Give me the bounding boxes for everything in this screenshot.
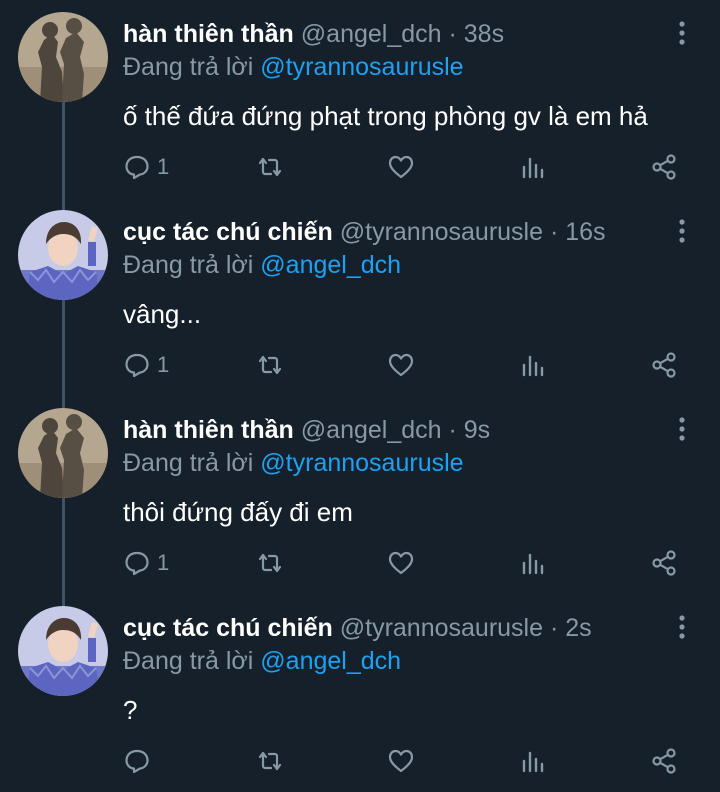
reply-count: 1 bbox=[157, 550, 170, 575]
display-name[interactable]: hàn thiên thần bbox=[123, 20, 294, 48]
tweet-text: ? bbox=[123, 695, 138, 725]
tweet[interactable]: cục tác chú chiến @tyrannosaurusle · 16s… bbox=[0, 198, 720, 396]
mention-link[interactable]: @tyrannosaurusle bbox=[260, 449, 463, 477]
timestamp: · 38s bbox=[448, 20, 505, 48]
analytics-icon bbox=[522, 751, 544, 773]
tweet-header: cục tác chú chiến @tyrannosaurusle · 2s bbox=[123, 610, 592, 646]
avatar-shadow-image bbox=[18, 408, 108, 498]
like-icon bbox=[388, 749, 414, 773]
reply-count: 1 bbox=[157, 352, 170, 377]
reply-to: Đang trả lời @tyrannosaurusle bbox=[123, 446, 464, 480]
like-button[interactable] bbox=[387, 147, 415, 187]
more-icon[interactable] bbox=[672, 18, 692, 48]
username[interactable]: @angel_dch bbox=[301, 416, 442, 444]
reply-to: Đang trả lời @angel_dch bbox=[123, 248, 401, 282]
username[interactable]: @tyrannosaurusle bbox=[340, 614, 543, 642]
display-name[interactable]: cục tác chú chiến bbox=[123, 218, 333, 246]
tweet[interactable]: hàn thiên thần @angel_dch · 9s Đang trả … bbox=[0, 396, 720, 594]
like-button[interactable] bbox=[387, 543, 415, 583]
tweet[interactable]: hàn thiên thần @angel_dch · 38s Đang trả… bbox=[0, 0, 720, 198]
reply-button[interactable]: 1 bbox=[123, 543, 169, 583]
analytics-icon bbox=[522, 355, 544, 377]
tweet-header: hàn thiên thần @angel_dch · 9s bbox=[123, 412, 490, 448]
mention-link[interactable]: @tyrannosaurusle bbox=[260, 53, 463, 81]
display-name[interactable]: hàn thiên thần bbox=[123, 416, 294, 444]
tweet-text: ố thế đứa đứng phạt trong phòng gv là em… bbox=[123, 101, 648, 131]
reply-count: 1 bbox=[157, 154, 170, 179]
mention-link[interactable]: @angel_dch bbox=[260, 647, 401, 675]
retweet-button[interactable] bbox=[256, 741, 284, 781]
share-icon bbox=[652, 550, 676, 576]
analytics-button[interactable] bbox=[518, 741, 546, 781]
reply-icon bbox=[125, 749, 149, 774]
username[interactable]: @tyrannosaurusle bbox=[340, 218, 543, 246]
tweet-actions: 1 bbox=[0, 147, 720, 187]
analytics-button[interactable] bbox=[518, 147, 546, 187]
like-icon bbox=[388, 155, 414, 179]
avatar[interactable] bbox=[18, 606, 108, 696]
reply-icon bbox=[125, 551, 149, 576]
reply-button[interactable]: 1 bbox=[123, 345, 169, 385]
share-button[interactable] bbox=[650, 345, 678, 385]
tweet-actions: 1 bbox=[0, 543, 720, 583]
reply-to: Đang trả lời @tyrannosaurusle bbox=[123, 50, 464, 84]
avatar[interactable] bbox=[18, 12, 108, 102]
retweet-icon bbox=[258, 553, 282, 573]
like-icon bbox=[388, 551, 414, 575]
analytics-button[interactable] bbox=[518, 345, 546, 385]
reply-prefix: Đang trả lời bbox=[123, 449, 254, 477]
share-button[interactable] bbox=[650, 147, 678, 187]
share-icon bbox=[652, 154, 676, 180]
reply-to: Đang trả lời @angel_dch bbox=[123, 644, 401, 678]
username[interactable]: @angel_dch bbox=[301, 20, 442, 48]
analytics-icon bbox=[522, 553, 544, 575]
display-name[interactable]: cục tác chú chiến bbox=[123, 614, 333, 642]
share-icon bbox=[652, 748, 676, 774]
tweet-text: thôi đứng đấy đi em bbox=[123, 497, 353, 527]
avatar[interactable] bbox=[18, 408, 108, 498]
retweet-icon bbox=[258, 157, 282, 177]
retweet-button[interactable] bbox=[256, 147, 284, 187]
reply-icon bbox=[125, 353, 149, 378]
analytics-icon bbox=[522, 157, 544, 179]
mention-link[interactable]: @angel_dch bbox=[260, 251, 401, 279]
share-button[interactable] bbox=[650, 543, 678, 583]
avatar-shadow-image bbox=[18, 12, 108, 102]
timestamp: · 16s bbox=[549, 218, 606, 246]
share-icon bbox=[652, 352, 676, 378]
tweet-actions bbox=[0, 741, 720, 781]
avatar-person-image bbox=[18, 210, 108, 300]
reply-prefix: Đang trả lời bbox=[123, 647, 254, 675]
reply-button[interactable] bbox=[123, 741, 157, 781]
more-icon[interactable] bbox=[672, 414, 692, 444]
reply-icon bbox=[125, 155, 149, 180]
like-button[interactable] bbox=[387, 741, 415, 781]
reply-button[interactable]: 1 bbox=[123, 147, 169, 187]
avatar-person-image bbox=[18, 606, 108, 696]
tweet-text: vâng... bbox=[123, 299, 202, 329]
retweet-button[interactable] bbox=[256, 543, 284, 583]
tweet-actions: 1 bbox=[0, 345, 720, 385]
share-button[interactable] bbox=[650, 741, 678, 781]
analytics-button[interactable] bbox=[518, 543, 546, 583]
avatar[interactable] bbox=[18, 210, 108, 300]
retweet-icon bbox=[258, 355, 282, 375]
tweet-header: hàn thiên thần @angel_dch · 38s bbox=[123, 16, 504, 52]
like-icon bbox=[388, 353, 414, 377]
retweet-button[interactable] bbox=[256, 345, 284, 385]
like-button[interactable] bbox=[387, 345, 415, 385]
reply-prefix: Đang trả lời bbox=[123, 251, 254, 279]
more-icon[interactable] bbox=[672, 612, 692, 642]
retweet-icon bbox=[258, 751, 282, 771]
timestamp: · 9s bbox=[448, 416, 491, 444]
reply-prefix: Đang trả lời bbox=[123, 53, 254, 81]
tweet-header: cục tác chú chiến @tyrannosaurusle · 16s bbox=[123, 214, 606, 250]
tweet[interactable]: cục tác chú chiến @tyrannosaurusle · 2s … bbox=[0, 594, 720, 792]
timestamp: · 2s bbox=[549, 614, 592, 642]
more-icon[interactable] bbox=[672, 216, 692, 246]
